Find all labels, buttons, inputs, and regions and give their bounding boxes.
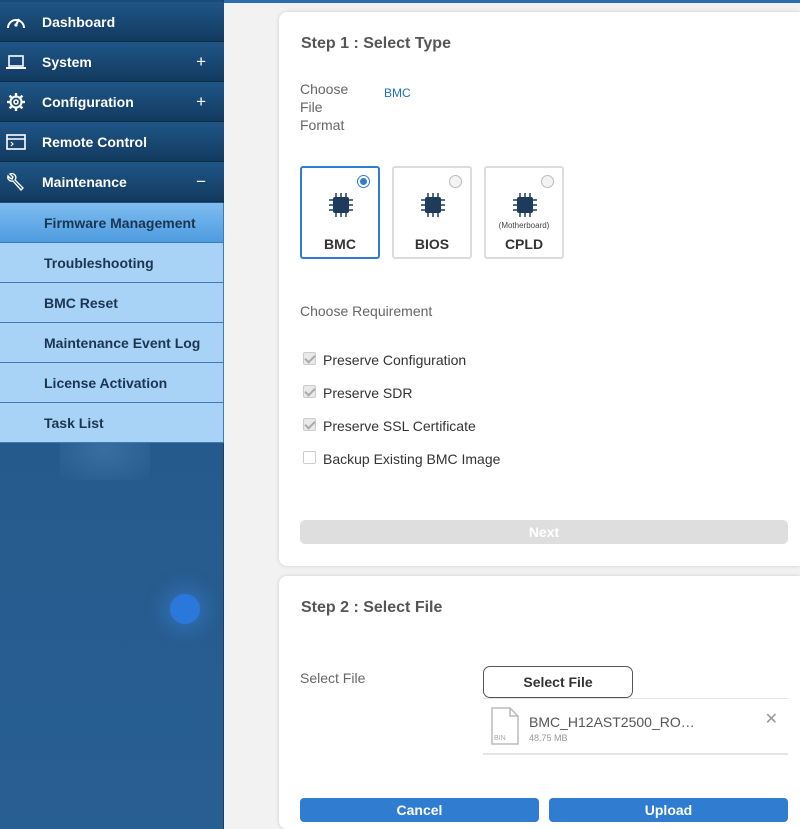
file-format-label: Choose File Format — [300, 81, 349, 133]
sidebar-item-remote-control[interactable]: Remote Control — [0, 122, 224, 162]
next-button[interactable]: Next — [300, 520, 788, 544]
sidebar-item-system[interactable]: System + — [0, 42, 224, 82]
type-option-bmc[interactable]: BMC — [300, 166, 380, 259]
type-option-cpld[interactable]: (Motherboard) CPLD — [484, 166, 564, 259]
cancel-button[interactable]: Cancel — [300, 798, 539, 822]
sidebar-subitem-label: Troubleshooting — [44, 255, 154, 271]
type-sub-label: (Motherboard) — [498, 221, 550, 230]
backup-bmc-image-label: Backup Existing BMC Image — [323, 451, 501, 467]
sidebar-subitem-label: Firmware Management — [44, 215, 196, 231]
preserve-configuration-checkbox[interactable] — [303, 352, 316, 365]
radio-unselected[interactable] — [449, 175, 462, 188]
backup-bmc-image-checkbox[interactable] — [303, 451, 316, 464]
sidebar-subitem-firmware-management[interactable]: Firmware Management — [0, 203, 224, 243]
file-size: 48.75 MB — [529, 733, 568, 743]
file-name: BMC_H12AST2500_RO… — [529, 714, 695, 730]
select-file-label: Select File — [300, 670, 366, 686]
chip-icon — [329, 193, 353, 217]
preserve-ssl-label: Preserve SSL Certificate — [323, 418, 476, 434]
step2-card: Step 2 : Select File Select File Select … — [279, 576, 800, 829]
close-icon[interactable]: ✕ — [765, 709, 778, 729]
sidebar-item-configuration[interactable]: Configuration + — [0, 82, 224, 122]
sidebar-item-label: Remote Control — [42, 134, 147, 150]
sidebar-subitem-label: BMC Reset — [44, 295, 118, 311]
chip-icon — [421, 193, 445, 217]
sidebar-subitem-troubleshooting[interactable]: Troubleshooting — [0, 243, 224, 283]
preserve-ssl-checkbox[interactable] — [303, 418, 316, 431]
selected-file-row: BIN BMC_H12AST2500_RO… 48.75 MB ✕ — [483, 698, 788, 755]
sidebar-subitem-label: License Activation — [44, 375, 168, 391]
sidebar-item-label: Maintenance — [42, 174, 127, 190]
select-file-button[interactable]: Select File — [483, 666, 633, 698]
step1-title: Step 1 : Select Type — [301, 35, 451, 52]
preserve-sdr-checkbox[interactable] — [303, 385, 316, 398]
type-name: BIOS — [414, 236, 450, 252]
floating-help-button[interactable] — [170, 594, 200, 624]
sidebar-item-label: Configuration — [42, 94, 134, 110]
type-option-bios[interactable]: BIOS — [392, 166, 472, 259]
sidebar-subitem-label: Maintenance Event Log — [44, 335, 201, 351]
gear-icon — [5, 92, 27, 112]
sidebar: Dashboard System + Configuration + Remot… — [0, 0, 224, 829]
sidebar-subitem-task-list[interactable]: Task List — [0, 403, 224, 443]
sidebar-subitem-license-activation[interactable]: License Activation — [0, 363, 224, 403]
bin-file-icon: BIN — [491, 707, 519, 745]
type-name: CPLD — [504, 236, 544, 252]
speedometer-icon — [5, 12, 27, 32]
sidebar-item-label: System — [42, 54, 92, 70]
laptop-icon — [5, 52, 27, 72]
collapse-toggle[interactable]: − — [196, 172, 206, 192]
wrench-icon — [5, 172, 27, 192]
preserve-sdr-label: Preserve SDR — [323, 385, 413, 401]
sidebar-item-label: Dashboard — [42, 14, 116, 30]
expand-toggle[interactable]: + — [196, 52, 206, 72]
sidebar-subitem-maintenance-event-log[interactable]: Maintenance Event Log — [0, 323, 224, 363]
sidebar-item-dashboard[interactable]: Dashboard — [0, 2, 224, 42]
step1-card: Step 1 : Select Type Choose File Format … — [279, 12, 800, 566]
radio-selected[interactable] — [357, 175, 370, 188]
console-window-icon — [5, 132, 27, 152]
type-name: BMC — [324, 236, 356, 252]
preserve-configuration-label: Preserve Configuration — [323, 352, 467, 368]
radio-unselected[interactable] — [541, 175, 554, 188]
upload-button[interactable]: Upload — [549, 798, 788, 822]
sidebar-item-maintenance[interactable]: Maintenance − — [0, 162, 224, 202]
chip-icon — [513, 193, 537, 217]
svg-text:BIN: BIN — [494, 735, 506, 742]
step2-title: Step 2 : Select File — [301, 599, 443, 616]
file-format-value: BMC — [384, 86, 411, 100]
expand-toggle[interactable]: + — [196, 92, 206, 112]
sidebar-subitem-label: Task List — [44, 415, 104, 431]
requirement-label: Choose Requirement — [300, 303, 433, 319]
sidebar-subitem-bmc-reset[interactable]: BMC Reset — [0, 283, 224, 323]
top-accent-bar — [224, 0, 800, 3]
